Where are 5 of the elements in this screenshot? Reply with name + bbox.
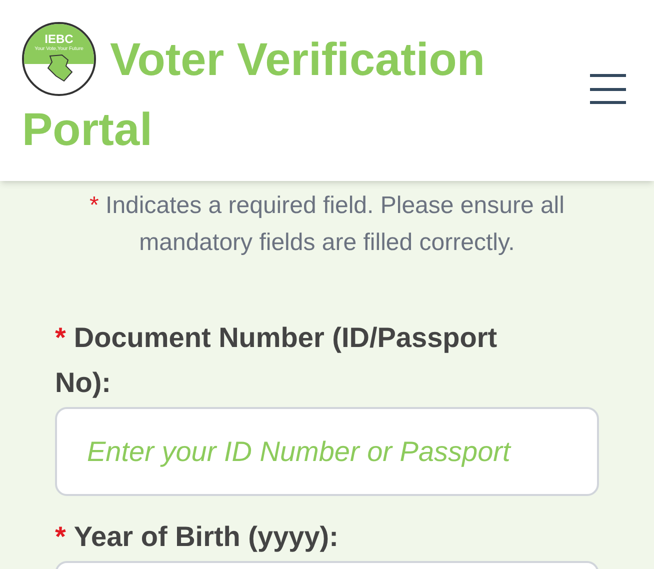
field-label: * Document Number (ID/Passport No): <box>55 321 498 400</box>
required-notice: * Indicates a required field. Please ensure all mandatory fields are filled correctly. <box>88 191 566 258</box>
logo-acronym: IEBC <box>44 32 74 46</box>
field-label: * Year of Birth (yyyy): <box>55 520 340 554</box>
text-field[interactable]: Enter your ID Number or Passport <box>55 407 599 496</box>
